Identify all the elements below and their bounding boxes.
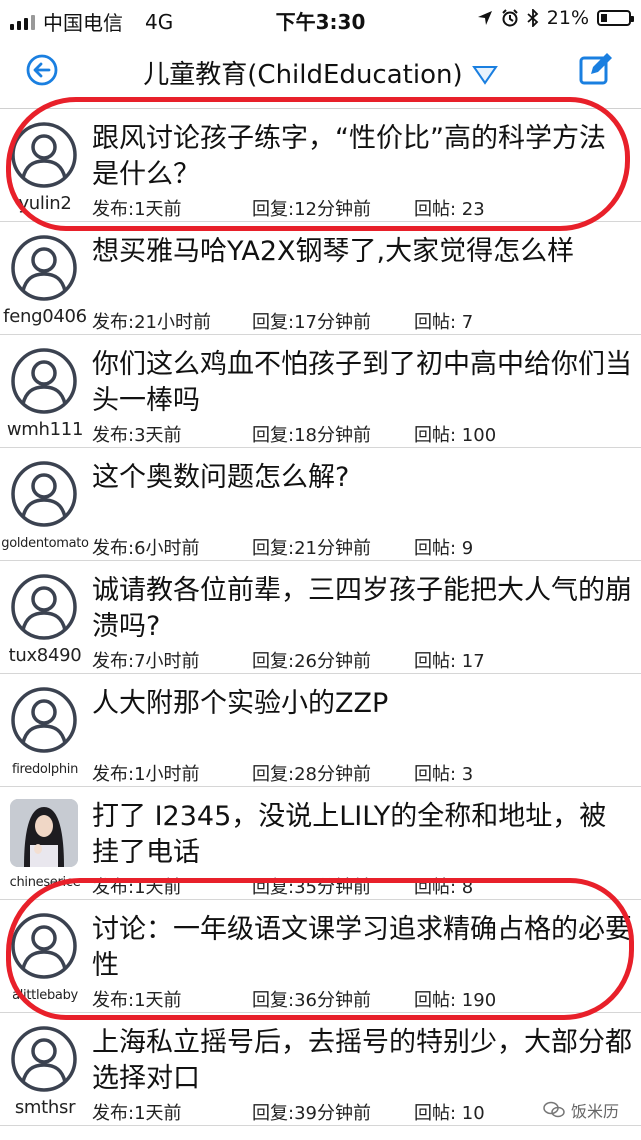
battery-percent: 21% — [546, 7, 589, 29]
last-reply-time: 回复:12分钟前 — [252, 199, 371, 220]
status-bar: 中国电信 4G 下午3:30 21% — [0, 0, 641, 36]
posted-time: 发布:1小时前 — [92, 764, 200, 785]
post-list-item[interactable]: tux8490 诚请教各位前辈，三四岁孩子能把大人气的崩溃吗? 发布:7小时前 回复:… — [0, 561, 641, 674]
post-list-item[interactable]: goldentomato 这个奥数问题怎么解? 发布:6小时前 回复:21分钟前 回帖:… — [0, 448, 641, 561]
post-author[interactable]: alittlebaby — [0, 988, 90, 1003]
post-list-item[interactable]: yulin2 跟风讨论孩子练字，“性价比”高的科学方法是什么？ 发布:1天前 回复:1… — [0, 109, 641, 222]
posted-time: 发布:1天前 — [92, 1103, 182, 1124]
alarm-clock-icon — [502, 9, 518, 27]
location-arrow-icon — [477, 11, 492, 25]
post-author[interactable]: yulin2 — [0, 193, 90, 214]
reply-count: 回帖: 3 — [414, 764, 474, 785]
post-title[interactable]: 讨论：一年级语文课学习追求精确占格的必要性 — [92, 912, 632, 984]
reply-count: 回帖: 10 — [414, 1103, 485, 1124]
posted-time: 发布:3天前 — [92, 425, 182, 446]
last-reply-time: 回复:17分钟前 — [252, 312, 371, 333]
reply-count: 回帖: 23 — [414, 199, 485, 220]
post-list: yulin2 跟风讨论孩子练字，“性价比”高的科学方法是什么？ 发布:1天前 回复:1… — [0, 109, 641, 1126]
posted-time: 发布:21小时前 — [92, 312, 211, 333]
post-author[interactable]: feng0406 — [0, 306, 90, 327]
watermark-text: 饭米历 — [570, 1102, 619, 1121]
bluetooth-icon — [527, 9, 539, 27]
post-author[interactable]: goldentomato — [0, 536, 90, 551]
post-title[interactable]: 诚请教各位前辈，三四岁孩子能把大人气的崩溃吗? — [92, 573, 632, 645]
post-title[interactable]: 跟风讨论孩子练字，“性价比”高的科学方法是什么？ — [92, 121, 632, 193]
post-author[interactable]: tux8490 — [0, 645, 90, 666]
post-author[interactable]: wmh111 — [0, 419, 90, 440]
nav-bar: 儿童教育(ChildEducation) — [0, 36, 641, 109]
post-list-item[interactable]: firedolphin 人大附那个实验小的ZZP 发布:1小时前 回复:28分钟前 回帖… — [0, 674, 641, 787]
post-title[interactable]: 这个奥数问题怎么解? — [92, 460, 632, 496]
board-selector[interactable]: 儿童教育(ChildEducation) — [0, 54, 641, 91]
user-avatar-icon[interactable] — [10, 1025, 78, 1093]
user-avatar-icon[interactable] — [10, 347, 78, 415]
page-title: 儿童教育(ChildEducation) — [143, 60, 463, 90]
post-author[interactable]: chineserice — [0, 875, 90, 890]
last-reply-time: 回复:21分钟前 — [252, 538, 371, 559]
user-avatar-icon[interactable] — [10, 686, 78, 754]
posted-time: 发布:7小时前 — [92, 651, 200, 672]
last-reply-time: 回复:35分钟前 — [252, 877, 371, 898]
reply-count: 回帖: 8 — [414, 877, 474, 898]
user-avatar-icon[interactable] — [10, 912, 78, 980]
compose-edit-icon[interactable] — [579, 52, 613, 86]
posted-time: 发布:6小时前 — [92, 538, 200, 559]
post-list-item[interactable]: feng0406 想买雅马哈YA2X钢琴了,大家觉得怎么样发布:21小时前 回复:1… — [0, 222, 641, 335]
last-reply-time: 回复:39分钟前 — [252, 1103, 371, 1124]
post-list-item[interactable]: chineserice 打了 I2345，没说上LILY的全称和地址，被挂了电话发… — [0, 787, 641, 900]
last-reply-time: 回复:36分钟前 — [252, 990, 371, 1011]
reply-count: 回帖: 190 — [414, 990, 497, 1011]
posted-time: 发布:1天前 — [92, 877, 182, 898]
post-title[interactable]: 上海私立摇号后，去摇号的特别少，大部分都选择对口 — [92, 1025, 632, 1097]
post-title[interactable]: 想买雅马哈YA2X钢琴了,大家觉得怎么样 — [92, 234, 632, 270]
post-title[interactable]: 你们这么鸡血不怕孩子到了初中高中给你们当头一棒吗 — [92, 347, 632, 419]
last-reply-time: 回复:18分钟前 — [252, 425, 371, 446]
wechat-logo-icon — [543, 1101, 565, 1118]
post-list-item[interactable]: alittlebaby 讨论：一年级语文课学习追求精确占格的必要性发布:1天前 回复… — [0, 900, 641, 1013]
post-author[interactable]: firedolphin — [0, 762, 90, 777]
last-reply-time: 回复:26分钟前 — [252, 651, 371, 672]
user-avatar-icon[interactable] — [10, 121, 78, 189]
last-reply-time: 回复:28分钟前 — [252, 764, 371, 785]
post-title[interactable]: 人大附那个实验小的ZZP — [92, 686, 632, 722]
user-avatar-icon[interactable] — [10, 234, 78, 302]
post-title[interactable]: 打了 I2345，没说上LILY的全称和地址，被挂了电话 — [92, 799, 632, 871]
reply-count: 回帖: 9 — [414, 538, 474, 559]
reply-count: 回帖: 100 — [414, 425, 497, 446]
status-right: 21% — [477, 7, 634, 29]
reply-count: 回帖: 7 — [414, 312, 474, 333]
watermark: 饭米历 — [543, 1098, 619, 1122]
battery-icon — [597, 10, 634, 26]
avatar-photo[interactable] — [10, 799, 78, 867]
posted-time: 发布:1天前 — [92, 990, 182, 1011]
posted-time: 发布:1天前 — [92, 199, 182, 220]
post-list-item[interactable]: wmh111 你们这么鸡血不怕孩子到了初中高中给你们当头一棒吗发布:3天前 回复:1… — [0, 335, 641, 448]
triangle-down-icon — [471, 66, 498, 85]
user-avatar-icon[interactable] — [10, 573, 78, 641]
reply-count: 回帖: 17 — [414, 651, 485, 672]
post-author[interactable]: smthsr — [0, 1097, 90, 1118]
user-avatar-icon[interactable] — [10, 460, 78, 528]
